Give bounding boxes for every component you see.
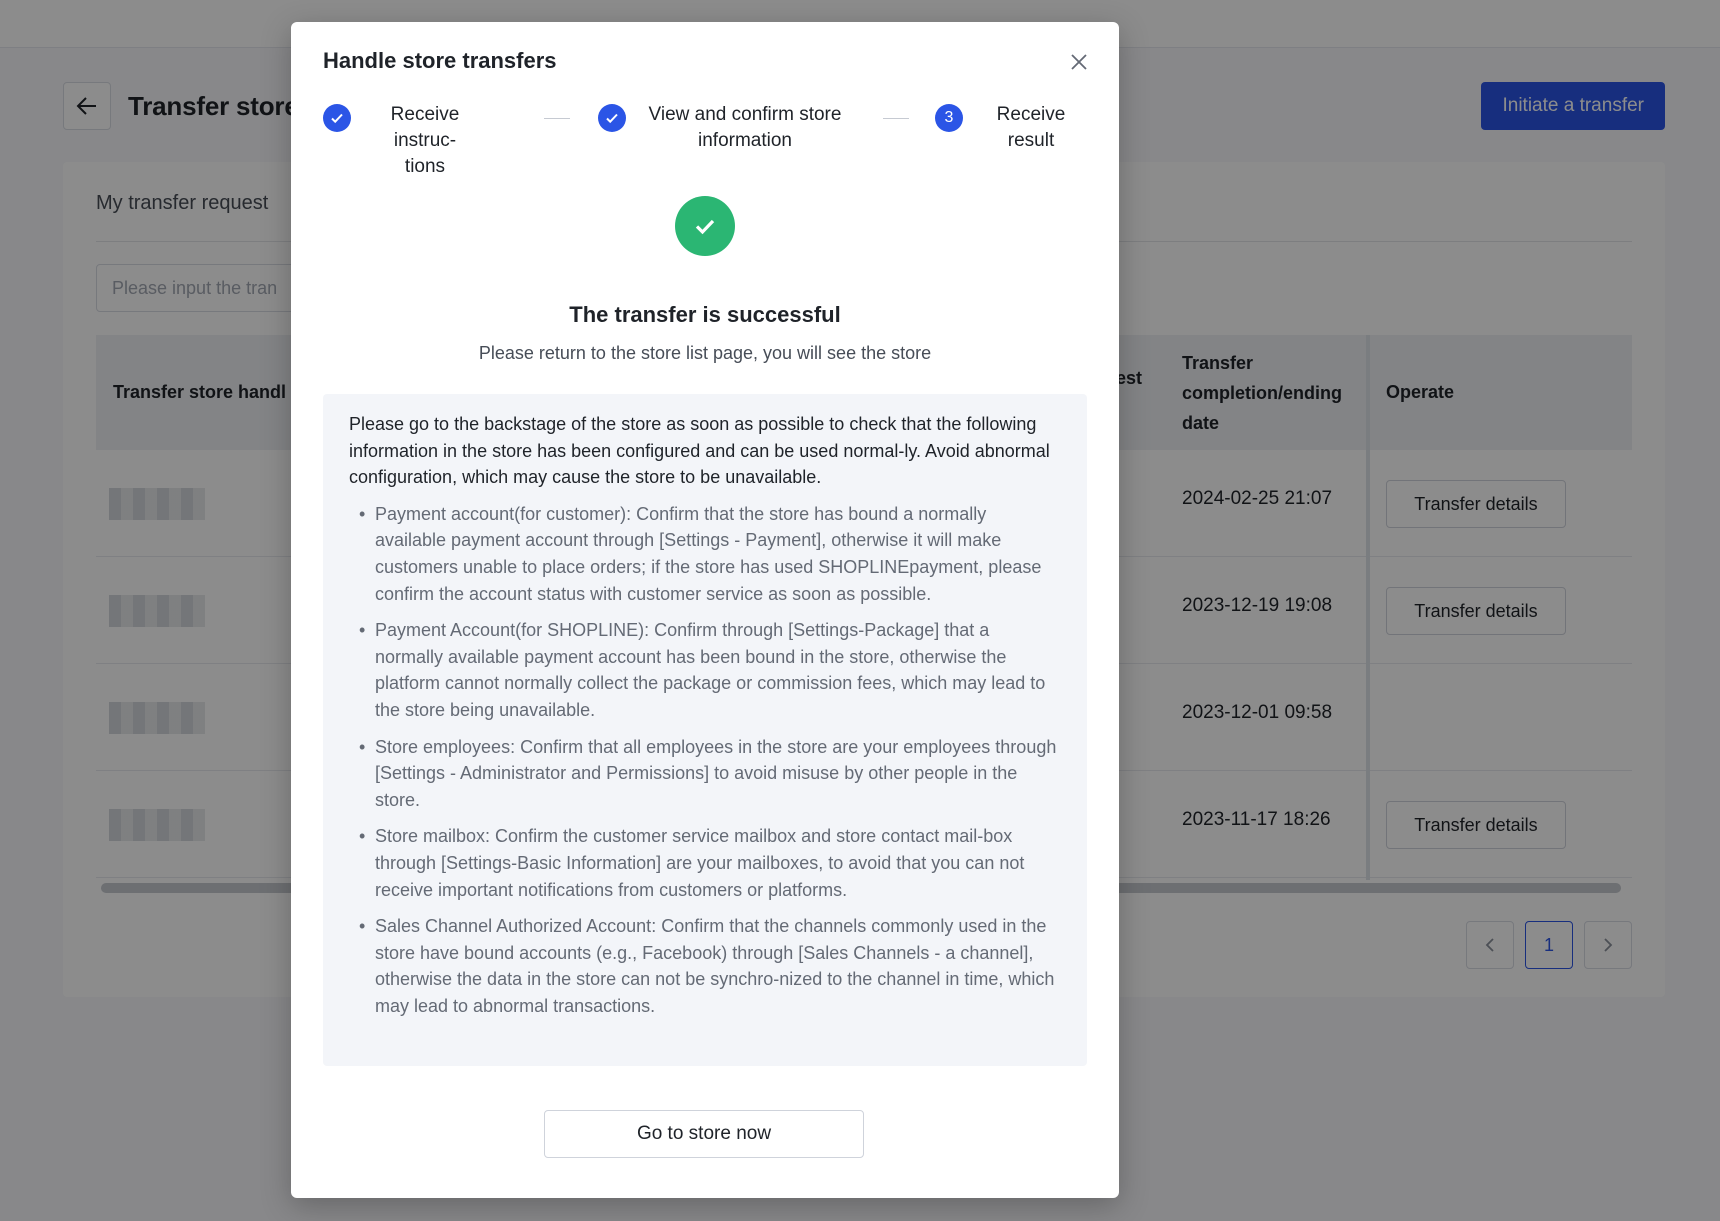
checklist-item-store-employees: Store employees: Confirm that all employ…	[349, 734, 1061, 814]
step-1-label: Receive instruc- tions	[390, 104, 460, 177]
transfer-modal: Handle store transfers Receive instruc- …	[291, 22, 1119, 1198]
step-3-number: 3	[935, 104, 963, 132]
checklist-item-sales-channel: Sales Channel Authorized Account: Confir…	[349, 913, 1061, 1019]
checklist-item-payment-customer: Payment account(for customer): Confirm t…	[349, 501, 1061, 607]
success-check-icon	[695, 219, 715, 235]
step-2-label: View and confirm store information	[648, 104, 842, 151]
step-3-label: Receive result	[996, 104, 1066, 151]
result-subtitle: Please return to the store list page, yo…	[478, 343, 932, 363]
success-icon	[675, 196, 735, 256]
close-button[interactable]	[1065, 48, 1093, 76]
checklist-intro: Please go to the backstage of the store …	[349, 414, 1050, 488]
checklist-item-payment-shopline: Payment Account(for SHOPLINE): Confirm t…	[349, 617, 1061, 723]
step-connector	[544, 118, 570, 119]
close-icon	[1071, 54, 1087, 70]
go-to-store-button[interactable]: Go to store now	[544, 1110, 864, 1158]
step-connector	[883, 118, 909, 119]
configuration-checklist: Please go to the backstage of the store …	[323, 394, 1087, 1066]
check-icon	[331, 113, 343, 124]
checklist-item-store-mailbox: Store mailbox: Confirm the customer serv…	[349, 823, 1061, 903]
check-icon	[606, 113, 618, 124]
stepper: Receive instruc- tions View and confirm …	[323, 102, 1087, 177]
step-1-check-icon	[323, 104, 351, 132]
checklist-items: Payment account(for customer): Confirm t…	[349, 501, 1061, 1020]
modal-title: Handle store transfers	[323, 48, 557, 73]
result-title: The transfer is successful	[569, 302, 841, 327]
step-2-check-icon	[598, 104, 626, 132]
